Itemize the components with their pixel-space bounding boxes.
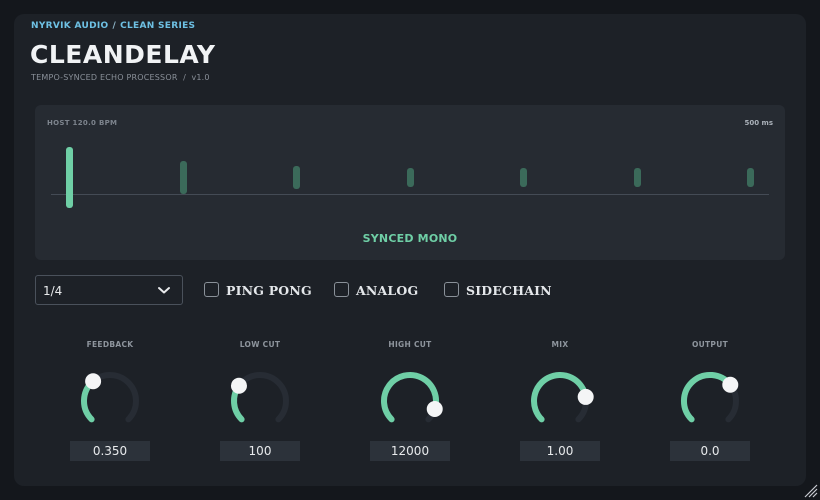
analog-label: ANALOG — [356, 283, 419, 298]
sidechain-label: SIDECHAIN — [466, 283, 552, 298]
output-knob[interactable]: OUTPUT 0.0 — [660, 336, 760, 464]
echo-tap — [747, 168, 754, 187]
plugin-subtitle: TEMPO-SYNCED ECHO PROCESSOR / v1.0 — [31, 73, 210, 82]
feedback-dial[interactable] — [70, 361, 150, 441]
echo-tap — [407, 168, 414, 187]
high-cut-knob[interactable]: HIGH CUT 12000 — [360, 336, 460, 464]
knob-handle[interactable] — [426, 401, 443, 418]
host-bpm-label: HOST 120.0 BPM — [47, 119, 118, 127]
low-cut-knob-label: LOW CUT — [239, 340, 281, 349]
sidechain-checkbox[interactable] — [444, 282, 459, 297]
breadcrumb-brand[interactable]: NYRVIK AUDIO — [31, 21, 108, 31]
ping-pong-label: PING PONG — [226, 283, 312, 298]
high-cut-value[interactable]: 12000 — [370, 441, 450, 461]
breadcrumb-series[interactable]: CLEAN SERIES — [120, 21, 195, 31]
knob-handle[interactable] — [722, 376, 739, 393]
breadcrumb: NYRVIK AUDIO / CLEAN SERIES — [31, 21, 195, 31]
breadcrumb-separator: / — [112, 21, 117, 31]
analog-checkbox[interactable] — [334, 282, 349, 297]
echo-tap — [180, 161, 187, 194]
feedback-value[interactable]: 0.350 — [70, 441, 150, 461]
output-knob-label: OUTPUT — [691, 340, 729, 349]
feedback-knob-label: FEEDBACK — [86, 340, 134, 349]
low-cut-value[interactable]: 100 — [220, 441, 300, 461]
echo-tap — [66, 147, 73, 208]
mix-value[interactable]: 1.00 — [520, 441, 600, 461]
knob-handle[interactable] — [577, 388, 594, 405]
resize-grip-icon[interactable] — [802, 482, 818, 498]
chevron-down-icon — [158, 287, 170, 294]
mix-knob[interactable]: MIX 1.00 — [510, 336, 610, 464]
knob-handle[interactable] — [230, 377, 247, 394]
echo-tap — [520, 168, 527, 187]
division-value: 1/4 — [43, 284, 63, 298]
echo-tap — [634, 168, 641, 187]
output-value[interactable]: 0.0 — [670, 441, 750, 461]
visualizer-baseline — [51, 194, 769, 195]
low-cut-knob[interactable]: LOW CUT 100 — [210, 336, 310, 464]
feedback-knob[interactable]: FEEDBACK 0.350 — [60, 336, 160, 464]
plugin-title: CLEANDELAY — [30, 40, 216, 69]
ping-pong-checkbox[interactable] — [204, 282, 219, 297]
division-select[interactable]: 1/4 — [35, 275, 183, 305]
high-cut-knob-label: HIGH CUT — [388, 340, 432, 349]
knob-handle[interactable] — [85, 373, 102, 390]
output-dial[interactable] — [670, 361, 750, 441]
echo-tap — [293, 166, 300, 189]
mode-label: SYNCED MONO — [362, 232, 458, 245]
high-cut-dial[interactable] — [370, 361, 450, 441]
low-cut-dial[interactable] — [220, 361, 300, 441]
delay-visualizer: HOST 120.0 BPM 500 ms SYNCED MONO — [35, 105, 785, 260]
mix-knob-label: MIX — [551, 340, 569, 349]
delay-time-readout: 500 ms — [744, 119, 773, 127]
mix-dial[interactable] — [520, 361, 600, 441]
